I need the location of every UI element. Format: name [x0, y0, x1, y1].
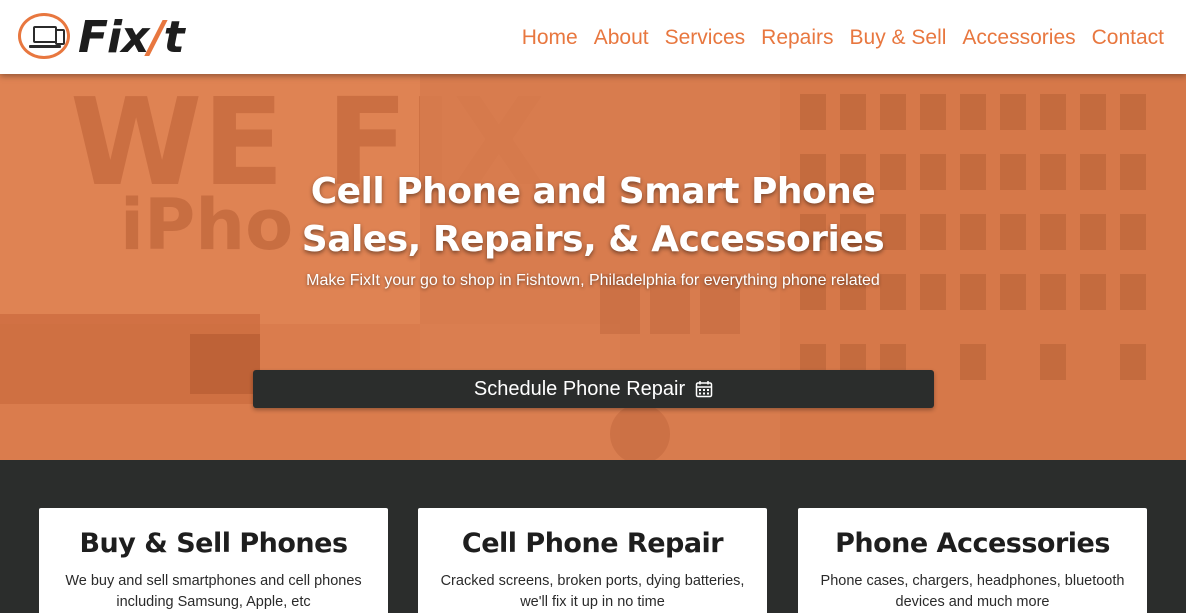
- card-title: Cell Phone Repair: [461, 528, 724, 559]
- card-desc-line1: Cracked screens, broken ports, dying bat…: [440, 573, 745, 589]
- schedule-repair-label: Schedule Phone Repair: [473, 377, 686, 400]
- hero-title-line1: Cell Phone and Smart Phone: [310, 171, 876, 212]
- main-nav: Home About Services Repairs Buy & Sell A…: [506, 24, 1164, 52]
- card-accessories[interactable]: Phone Accessories Phone cases, chargers,…: [798, 508, 1147, 613]
- monitor-icon: [33, 26, 57, 43]
- nav-services[interactable]: Services: [665, 24, 746, 52]
- calendar-icon: [695, 381, 713, 398]
- card-description: We buy and sell smartphones and cell pho…: [39, 571, 388, 613]
- hero-title: Cell Phone and Smart Phone Sales, Repair…: [0, 168, 1186, 264]
- nav-about[interactable]: About: [594, 24, 649, 52]
- nav-repairs[interactable]: Repairs: [761, 24, 833, 52]
- logo-badge-icon: [18, 13, 70, 59]
- site-header: Fix/t Home About Services Repairs Buy & …: [0, 0, 1186, 74]
- fixit-logo[interactable]: Fix/t: [18, 10, 188, 66]
- logo-text: Fix/t: [78, 10, 185, 66]
- card-desc-line1: We buy and sell smartphones and cell pho…: [65, 573, 362, 589]
- nav-home[interactable]: Home: [522, 24, 578, 52]
- card-description: Phone cases, chargers, headphones, bluet…: [798, 571, 1147, 613]
- phone-icon: [55, 29, 65, 45]
- hero-title-line2: Sales, Repairs, & Accessories: [301, 219, 885, 260]
- nav-accessories[interactable]: Accessories: [962, 24, 1075, 52]
- logo-text-end: t: [163, 12, 185, 63]
- nav-contact[interactable]: Contact: [1092, 24, 1164, 52]
- hero-section: WE FIX iPho Cell Phone and Smart Phone S…: [0, 74, 1186, 460]
- card-title: Phone Accessories: [835, 528, 1110, 559]
- card-title: Buy & Sell Phones: [79, 528, 348, 559]
- logo-text-slash: /: [148, 12, 165, 63]
- schedule-repair-button[interactable]: Schedule Phone Repair: [253, 370, 934, 408]
- card-desc-line2: devices and much more: [895, 594, 1050, 610]
- card-phone-repair[interactable]: Cell Phone Repair Cracked screens, broke…: [418, 508, 767, 613]
- monitor-base-icon: [29, 45, 61, 48]
- card-desc-line1: Phone cases, chargers, headphones, bluet…: [820, 573, 1125, 589]
- nav-buy-sell[interactable]: Buy & Sell: [850, 24, 947, 52]
- logo-text-main: Fix: [78, 12, 150, 63]
- hero-subtitle: Make FixIt your go to shop in Fishtown, …: [306, 272, 880, 289]
- card-desc-line2: we'll fix it up in no time: [520, 594, 665, 610]
- card-description: Cracked screens, broken ports, dying bat…: [418, 571, 767, 613]
- card-desc-line2: including Samsung, Apple, etc: [116, 594, 311, 610]
- card-buy-sell[interactable]: Buy & Sell Phones We buy and sell smartp…: [39, 508, 388, 613]
